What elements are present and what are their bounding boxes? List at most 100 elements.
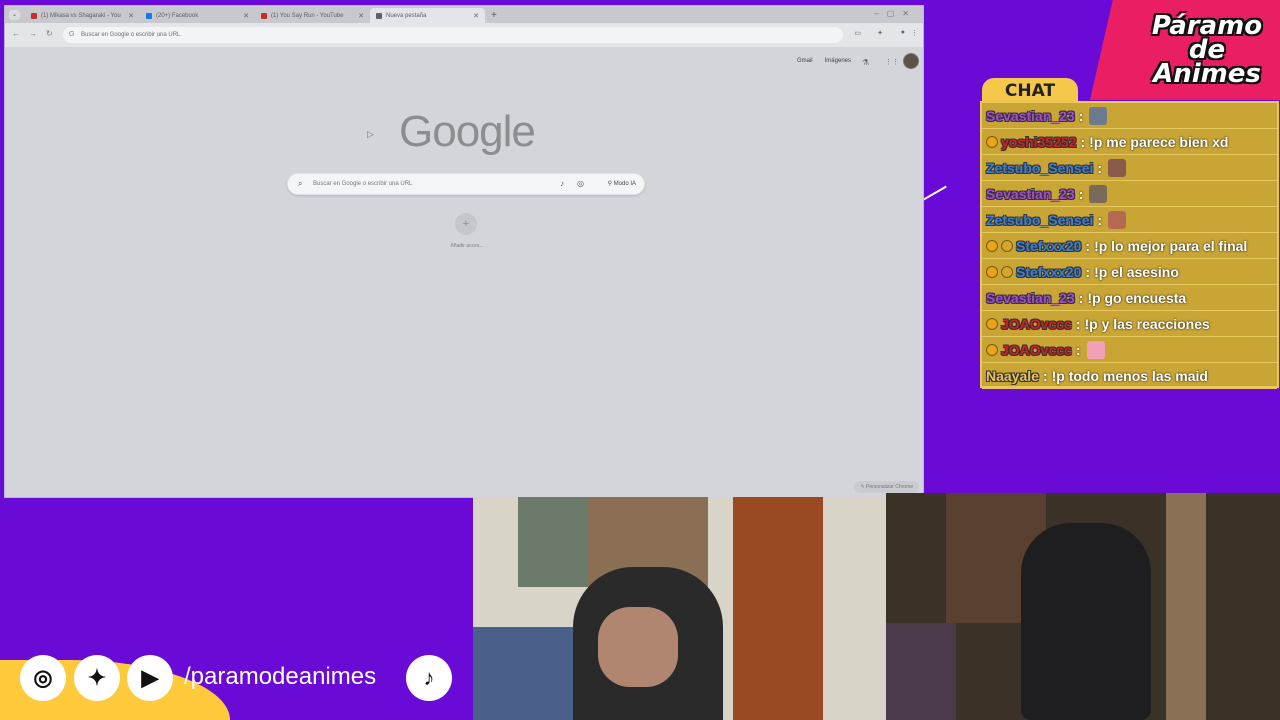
- tab-favicon-icon: [261, 12, 267, 19]
- chat-message: JOAOvccc:: [982, 337, 1277, 363]
- chat-separator: :: [1097, 211, 1103, 228]
- browser-tab[interactable]: Nueva pestaña ✕: [370, 8, 485, 23]
- chat-message: JOAOvccc: !p y las reacciones: [982, 311, 1277, 337]
- chat-separator: :: [1085, 263, 1091, 280]
- chat-emote-icon: [1089, 184, 1108, 203]
- tab-close-icon[interactable]: ✕: [473, 12, 479, 20]
- chat-text: !p go encuesta: [1087, 289, 1187, 306]
- chat-text: !p me parece bien xd: [1089, 133, 1229, 150]
- tiktok-icon[interactable]: ♪: [406, 655, 452, 701]
- chat-username: Sevastian_23: [986, 185, 1075, 202]
- chat-message: Sevastian_23:: [982, 103, 1277, 129]
- chat-message: yoshi35252: !p me parece bien xd: [982, 129, 1277, 155]
- user-badge-icon: [986, 135, 998, 148]
- tab-strip: ⌄ (1) Mikasa vs Shagaraki - You ✕ (20+) Fa…: [5, 6, 923, 23]
- extensions-icon[interactable]: ✦: [877, 29, 883, 37]
- tab-title: (1) You Say Run - YouTube: [271, 12, 344, 19]
- lens-icon[interactable]: ◎: [577, 179, 584, 188]
- instagram-icon[interactable]: ◎: [20, 655, 66, 701]
- chat-separator: :: [1075, 315, 1081, 332]
- chat-text: !p el asesino: [1094, 263, 1179, 280]
- chat-text: !p lo mejor para el final: [1094, 237, 1248, 254]
- chat-separator: :: [1042, 367, 1048, 384]
- chat-username: Stefxxx20: [1016, 237, 1082, 254]
- chat-box: Sevastian_23: yoshi35252: !p me parece bie…: [980, 101, 1279, 389]
- tab-favicon-icon: [376, 12, 382, 19]
- browser-toolbar: ← → ↻ G Buscar en Google o escribir una …: [5, 23, 923, 47]
- chat-username: Zetsubo_Sensei: [986, 159, 1094, 176]
- profile-icon[interactable]: ●: [901, 29, 905, 36]
- user-badge-icon: [986, 343, 998, 356]
- chat-emote-icon: [1086, 340, 1105, 359]
- browser-tab[interactable]: (20+) Facebook ✕: [140, 8, 255, 23]
- webcam-room: [886, 493, 1280, 720]
- chat-separator: :: [1075, 341, 1081, 358]
- chat-separator: :: [1078, 289, 1084, 306]
- chat-separator: :: [1080, 133, 1086, 150]
- chat-message: Sevastian_23: !p go encuesta: [982, 285, 1277, 311]
- tab-title: (1) Mikasa vs Shagaraki - You: [41, 12, 121, 19]
- user-badge-icon: [1001, 265, 1013, 278]
- apps-grid-icon[interactable]: ⋮⋮: [885, 59, 899, 67]
- reload-icon[interactable]: ↻: [46, 29, 53, 38]
- twitter-icon[interactable]: ✦: [74, 655, 120, 701]
- add-shortcut-label: Añadir acces...: [450, 243, 484, 249]
- chat-separator: :: [1078, 185, 1084, 202]
- google-logo: Google: [399, 107, 536, 156]
- user-badge-icon: [986, 239, 998, 252]
- chat-username: Sevastian_23: [986, 107, 1075, 124]
- tab-close-icon[interactable]: ✕: [358, 12, 364, 20]
- tab-close-icon[interactable]: ✕: [128, 12, 134, 20]
- chat-emote-icon: [1108, 210, 1127, 229]
- ai-mode-button[interactable]: ⚲ Modo IA: [608, 178, 636, 190]
- address-bar-placeholder: Buscar en Google o escribir una URL: [81, 32, 181, 38]
- youtube-icon[interactable]: ▶: [127, 655, 173, 701]
- chat-separator: :: [1078, 107, 1084, 124]
- forward-icon[interactable]: →: [29, 29, 37, 38]
- chat-text: !p todo menos las maid: [1051, 367, 1208, 384]
- tab-title: Nueva pestaña: [386, 12, 427, 19]
- chat-username: JOAOvccc: [1001, 341, 1072, 358]
- tab-title: (20+) Facebook: [156, 12, 199, 19]
- tab-search-icon[interactable]: ⌄: [9, 10, 20, 20]
- chat-username: Naayale: [986, 367, 1039, 384]
- labs-icon[interactable]: ⚗: [862, 58, 869, 67]
- chat-title: CHAT: [982, 78, 1078, 102]
- gmail-link[interactable]: Gmail: [797, 58, 813, 64]
- chat-username: Stefxxx20: [1016, 263, 1082, 280]
- user-badge-icon: [986, 265, 998, 278]
- add-shortcut-button[interactable]: +: [455, 213, 477, 235]
- chat-username: Zetsubo_Sensei: [986, 211, 1094, 228]
- browser-tab[interactable]: (1) Mikasa vs Shagaraki - You ✕: [25, 8, 140, 23]
- cast-icon[interactable]: ▭: [854, 29, 861, 37]
- new-tab-button[interactable]: +: [491, 8, 497, 23]
- browser-tab[interactable]: (1) You Say Run - YouTube ✕: [255, 8, 370, 23]
- chat-username: Sevastian_23: [986, 289, 1075, 306]
- webcam-streamer: [473, 497, 886, 720]
- chat-emote-icon: [1089, 106, 1108, 125]
- chat-message: Stefxxx20: !p lo mejor para el final: [982, 233, 1277, 259]
- search-input[interactable]: ⌕ Buscar en Google o escribir una URL ♪ …: [287, 173, 645, 195]
- google-g-icon: G: [69, 31, 75, 38]
- channel-logo: Páramo de Animes: [1151, 11, 1263, 89]
- customize-chrome-button[interactable]: ✎ Personalizar Chrome: [854, 481, 919, 493]
- microphone-icon[interactable]: ♪: [560, 179, 564, 188]
- account-avatar[interactable]: [903, 53, 919, 69]
- search-placeholder: Buscar en Google o escribir una URL: [313, 181, 413, 187]
- chat-username: JOAOvccc: [1001, 315, 1072, 332]
- address-bar[interactable]: G Buscar en Google o escribir una URL: [63, 27, 843, 43]
- search-icon: ⌕: [298, 179, 303, 188]
- chat-message: Stefxxx20: !p el asesino: [982, 259, 1277, 285]
- back-icon[interactable]: ←: [12, 29, 20, 38]
- chat-emote-icon: [1108, 158, 1127, 177]
- images-link[interactable]: Imágenes: [825, 58, 851, 64]
- window-controls[interactable]: –▢✕: [874, 9, 917, 18]
- chat-message: Zetsubo_Sensei:: [982, 155, 1277, 181]
- tab-close-icon[interactable]: ✕: [243, 12, 249, 20]
- mouse-cursor-icon: ▷: [367, 129, 374, 139]
- chat-message: Naayale: !p todo menos las maid: [982, 363, 1277, 389]
- user-badge-icon: [1001, 239, 1013, 252]
- chat-message: Sevastian_23:: [982, 181, 1277, 207]
- new-tab-page: Gmail Imágenes ⚗ ⋮⋮ ▷ Google ⌕ Buscar en…: [5, 47, 923, 497]
- menu-icon[interactable]: ⋮: [911, 29, 918, 37]
